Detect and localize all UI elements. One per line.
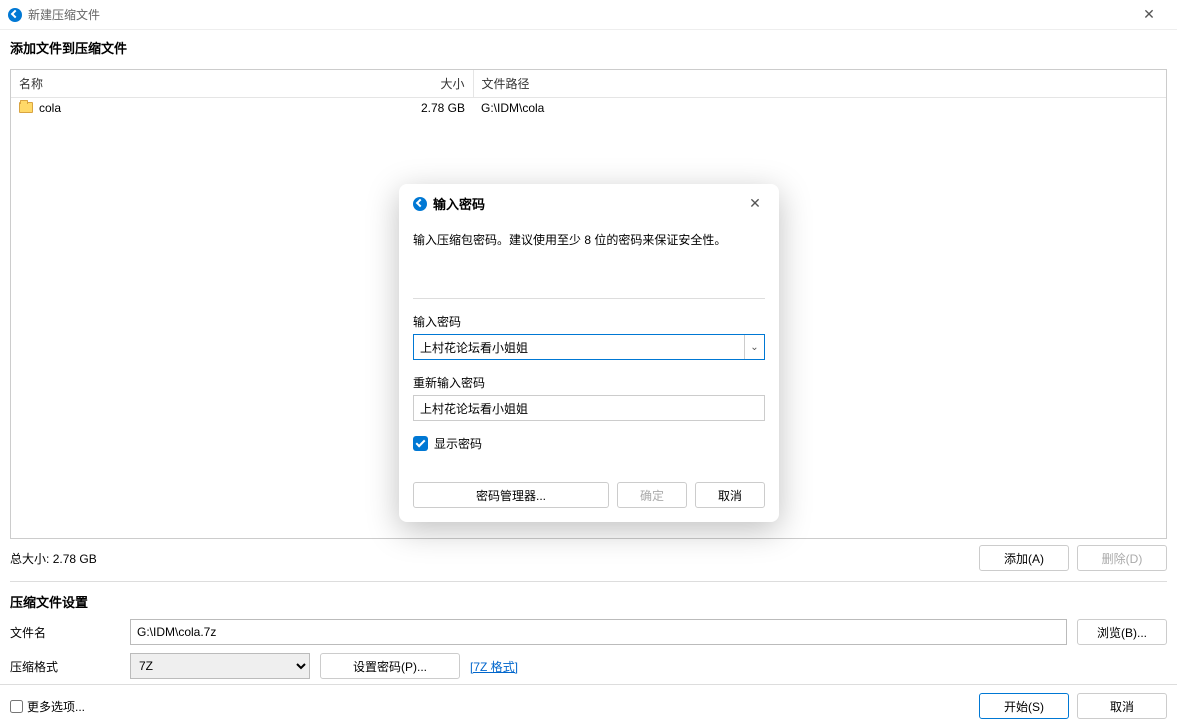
password-dialog: 输入密码 ✕ 输入压缩包密码。建议使用至少 8 位的密码来保证安全性。 输入密码… [399, 184, 779, 522]
show-password-checkbox[interactable] [413, 436, 428, 451]
ok-button[interactable]: 确定 [617, 482, 687, 508]
password-input[interactable] [414, 335, 744, 359]
password-combo[interactable]: ⌄ [413, 334, 765, 360]
confirm-label: 重新输入密码 [413, 374, 765, 391]
show-password-row[interactable]: 显示密码 [413, 435, 765, 452]
modal-overlay: 输入密码 ✕ 输入压缩包密码。建议使用至少 8 位的密码来保证安全性。 输入密码… [0, 0, 1177, 727]
password-label: 输入密码 [413, 313, 765, 330]
modal-cancel-button[interactable]: 取消 [695, 482, 765, 508]
chevron-down-icon[interactable]: ⌄ [744, 335, 764, 359]
dialog-title: 输入密码 [433, 194, 485, 213]
show-password-label: 显示密码 [434, 435, 482, 452]
dialog-close-icon[interactable]: ✕ [745, 195, 765, 212]
dialog-icon [413, 197, 427, 211]
confirm-password-input[interactable] [413, 395, 765, 421]
password-hint: 输入压缩包密码。建议使用至少 8 位的密码来保证安全性。 [413, 221, 765, 299]
password-manager-button[interactable]: 密码管理器... [413, 482, 609, 508]
